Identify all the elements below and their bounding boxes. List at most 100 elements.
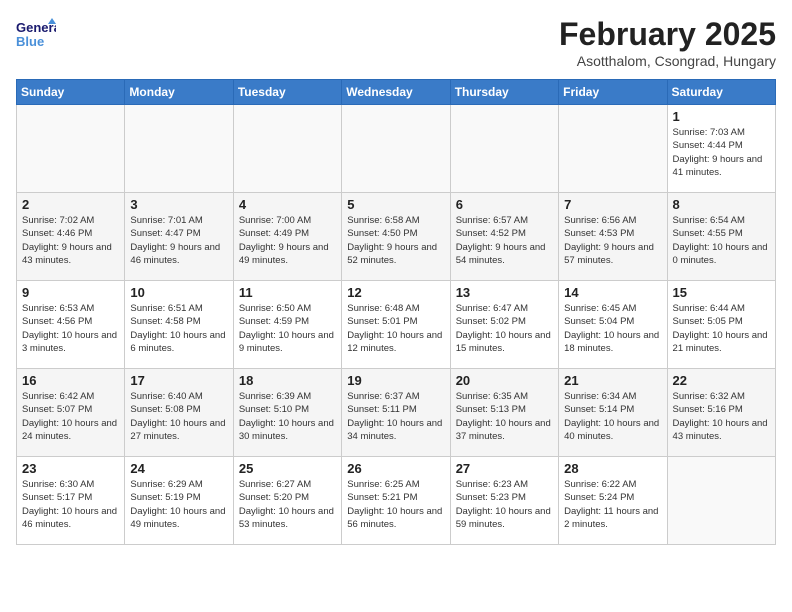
day-number: 20 xyxy=(456,373,553,388)
day-info: Sunrise: 7:02 AM Sunset: 4:46 PM Dayligh… xyxy=(22,214,119,267)
calendar-cell: 22 Sunrise: 6:32 AM Sunset: 5:16 PM Dayli… xyxy=(667,369,775,457)
day-number: 6 xyxy=(456,197,553,212)
calendar-cell: 27 Sunrise: 6:23 AM Sunset: 5:23 PM Dayli… xyxy=(450,457,558,545)
day-info: Sunrise: 6:47 AM Sunset: 5:02 PM Dayligh… xyxy=(456,302,553,355)
calendar-cell xyxy=(17,105,125,193)
day-info: Sunrise: 6:48 AM Sunset: 5:01 PM Dayligh… xyxy=(347,302,444,355)
calendar-cell: 11 Sunrise: 6:50 AM Sunset: 4:59 PM Dayli… xyxy=(233,281,341,369)
day-info: Sunrise: 6:25 AM Sunset: 5:21 PM Dayligh… xyxy=(347,478,444,531)
day-number: 21 xyxy=(564,373,661,388)
calendar-cell: 4 Sunrise: 7:00 AM Sunset: 4:49 PM Daylig… xyxy=(233,193,341,281)
calendar-cell: 24 Sunrise: 6:29 AM Sunset: 5:19 PM Dayli… xyxy=(125,457,233,545)
day-number: 26 xyxy=(347,461,444,476)
day-info: Sunrise: 6:27 AM Sunset: 5:20 PM Dayligh… xyxy=(239,478,336,531)
weekday-header-tuesday: Tuesday xyxy=(233,80,341,105)
day-info: Sunrise: 6:40 AM Sunset: 5:08 PM Dayligh… xyxy=(130,390,227,443)
day-number: 1 xyxy=(673,109,770,124)
weekday-header-sunday: Sunday xyxy=(17,80,125,105)
calendar-week-5: 23 Sunrise: 6:30 AM Sunset: 5:17 PM Dayli… xyxy=(17,457,776,545)
day-info: Sunrise: 6:37 AM Sunset: 5:11 PM Dayligh… xyxy=(347,390,444,443)
calendar-cell: 28 Sunrise: 6:22 AM Sunset: 5:24 PM Dayli… xyxy=(559,457,667,545)
day-info: Sunrise: 6:44 AM Sunset: 5:05 PM Dayligh… xyxy=(673,302,770,355)
calendar-cell xyxy=(125,105,233,193)
day-number: 16 xyxy=(22,373,119,388)
page-header: General Blue February 2025 Asotthalom, C… xyxy=(16,16,776,69)
weekday-header-row: SundayMondayTuesdayWednesdayThursdayFrid… xyxy=(17,80,776,105)
day-number: 23 xyxy=(22,461,119,476)
weekday-header-monday: Monday xyxy=(125,80,233,105)
day-number: 14 xyxy=(564,285,661,300)
day-info: Sunrise: 6:34 AM Sunset: 5:14 PM Dayligh… xyxy=(564,390,661,443)
calendar-cell: 7 Sunrise: 6:56 AM Sunset: 4:53 PM Daylig… xyxy=(559,193,667,281)
calendar-cell xyxy=(233,105,341,193)
day-info: Sunrise: 7:00 AM Sunset: 4:49 PM Dayligh… xyxy=(239,214,336,267)
day-number: 18 xyxy=(239,373,336,388)
location-subtitle: Asotthalom, Csongrad, Hungary xyxy=(559,53,776,69)
day-number: 19 xyxy=(347,373,444,388)
calendar-cell: 10 Sunrise: 6:51 AM Sunset: 4:58 PM Dayli… xyxy=(125,281,233,369)
logo: General Blue xyxy=(16,16,60,52)
day-number: 12 xyxy=(347,285,444,300)
day-number: 11 xyxy=(239,285,336,300)
day-number: 4 xyxy=(239,197,336,212)
day-number: 9 xyxy=(22,285,119,300)
day-number: 7 xyxy=(564,197,661,212)
day-info: Sunrise: 6:53 AM Sunset: 4:56 PM Dayligh… xyxy=(22,302,119,355)
day-info: Sunrise: 6:30 AM Sunset: 5:17 PM Dayligh… xyxy=(22,478,119,531)
calendar-cell: 9 Sunrise: 6:53 AM Sunset: 4:56 PM Daylig… xyxy=(17,281,125,369)
day-number: 17 xyxy=(130,373,227,388)
calendar-cell: 8 Sunrise: 6:54 AM Sunset: 4:55 PM Daylig… xyxy=(667,193,775,281)
day-number: 8 xyxy=(673,197,770,212)
day-number: 22 xyxy=(673,373,770,388)
calendar-cell: 14 Sunrise: 6:45 AM Sunset: 5:04 PM Dayli… xyxy=(559,281,667,369)
day-info: Sunrise: 6:39 AM Sunset: 5:10 PM Dayligh… xyxy=(239,390,336,443)
day-info: Sunrise: 6:58 AM Sunset: 4:50 PM Dayligh… xyxy=(347,214,444,267)
calendar-week-1: 1 Sunrise: 7:03 AM Sunset: 4:44 PM Daylig… xyxy=(17,105,776,193)
day-number: 13 xyxy=(456,285,553,300)
day-info: Sunrise: 6:57 AM Sunset: 4:52 PM Dayligh… xyxy=(456,214,553,267)
calendar-cell: 1 Sunrise: 7:03 AM Sunset: 4:44 PM Daylig… xyxy=(667,105,775,193)
weekday-header-thursday: Thursday xyxy=(450,80,558,105)
calendar-cell xyxy=(559,105,667,193)
calendar-cell: 20 Sunrise: 6:35 AM Sunset: 5:13 PM Dayli… xyxy=(450,369,558,457)
day-info: Sunrise: 6:56 AM Sunset: 4:53 PM Dayligh… xyxy=(564,214,661,267)
calendar-cell: 6 Sunrise: 6:57 AM Sunset: 4:52 PM Daylig… xyxy=(450,193,558,281)
weekday-header-wednesday: Wednesday xyxy=(342,80,450,105)
calendar-cell: 23 Sunrise: 6:30 AM Sunset: 5:17 PM Dayli… xyxy=(17,457,125,545)
calendar-week-2: 2 Sunrise: 7:02 AM Sunset: 4:46 PM Daylig… xyxy=(17,193,776,281)
day-number: 10 xyxy=(130,285,227,300)
day-info: Sunrise: 6:35 AM Sunset: 5:13 PM Dayligh… xyxy=(456,390,553,443)
day-info: Sunrise: 6:32 AM Sunset: 5:16 PM Dayligh… xyxy=(673,390,770,443)
day-info: Sunrise: 6:45 AM Sunset: 5:04 PM Dayligh… xyxy=(564,302,661,355)
day-info: Sunrise: 6:54 AM Sunset: 4:55 PM Dayligh… xyxy=(673,214,770,267)
calendar-cell: 13 Sunrise: 6:47 AM Sunset: 5:02 PM Dayli… xyxy=(450,281,558,369)
day-number: 28 xyxy=(564,461,661,476)
calendar-cell: 17 Sunrise: 6:40 AM Sunset: 5:08 PM Dayli… xyxy=(125,369,233,457)
calendar-cell xyxy=(450,105,558,193)
day-info: Sunrise: 6:29 AM Sunset: 5:19 PM Dayligh… xyxy=(130,478,227,531)
calendar-cell: 21 Sunrise: 6:34 AM Sunset: 5:14 PM Dayli… xyxy=(559,369,667,457)
calendar-cell: 26 Sunrise: 6:25 AM Sunset: 5:21 PM Dayli… xyxy=(342,457,450,545)
day-info: Sunrise: 6:51 AM Sunset: 4:58 PM Dayligh… xyxy=(130,302,227,355)
svg-text:Blue: Blue xyxy=(16,34,44,49)
day-number: 27 xyxy=(456,461,553,476)
day-number: 5 xyxy=(347,197,444,212)
day-number: 15 xyxy=(673,285,770,300)
title-block: February 2025 Asotthalom, Csongrad, Hung… xyxy=(559,16,776,69)
calendar-cell: 15 Sunrise: 6:44 AM Sunset: 5:05 PM Dayli… xyxy=(667,281,775,369)
day-info: Sunrise: 6:23 AM Sunset: 5:23 PM Dayligh… xyxy=(456,478,553,531)
calendar-cell: 16Sunrise: 6:42 AM Sunset: 5:07 PM Dayli… xyxy=(17,369,125,457)
calendar-cell xyxy=(667,457,775,545)
calendar-cell: 3Sunrise: 7:01 AM Sunset: 4:47 PM Daylig… xyxy=(125,193,233,281)
day-number: 25 xyxy=(239,461,336,476)
day-info: Sunrise: 7:03 AM Sunset: 4:44 PM Dayligh… xyxy=(673,126,770,179)
calendar-cell xyxy=(342,105,450,193)
day-number: 24 xyxy=(130,461,227,476)
day-info: Sunrise: 6:50 AM Sunset: 4:59 PM Dayligh… xyxy=(239,302,336,355)
weekday-header-friday: Friday xyxy=(559,80,667,105)
day-number: 3 xyxy=(130,197,227,212)
calendar-cell: 12 Sunrise: 6:48 AM Sunset: 5:01 PM Dayli… xyxy=(342,281,450,369)
day-number: 2 xyxy=(22,197,119,212)
calendar-cell: 19 Sunrise: 6:37 AM Sunset: 5:11 PM Dayli… xyxy=(342,369,450,457)
day-info: Sunrise: 6:22 AM Sunset: 5:24 PM Dayligh… xyxy=(564,478,661,531)
